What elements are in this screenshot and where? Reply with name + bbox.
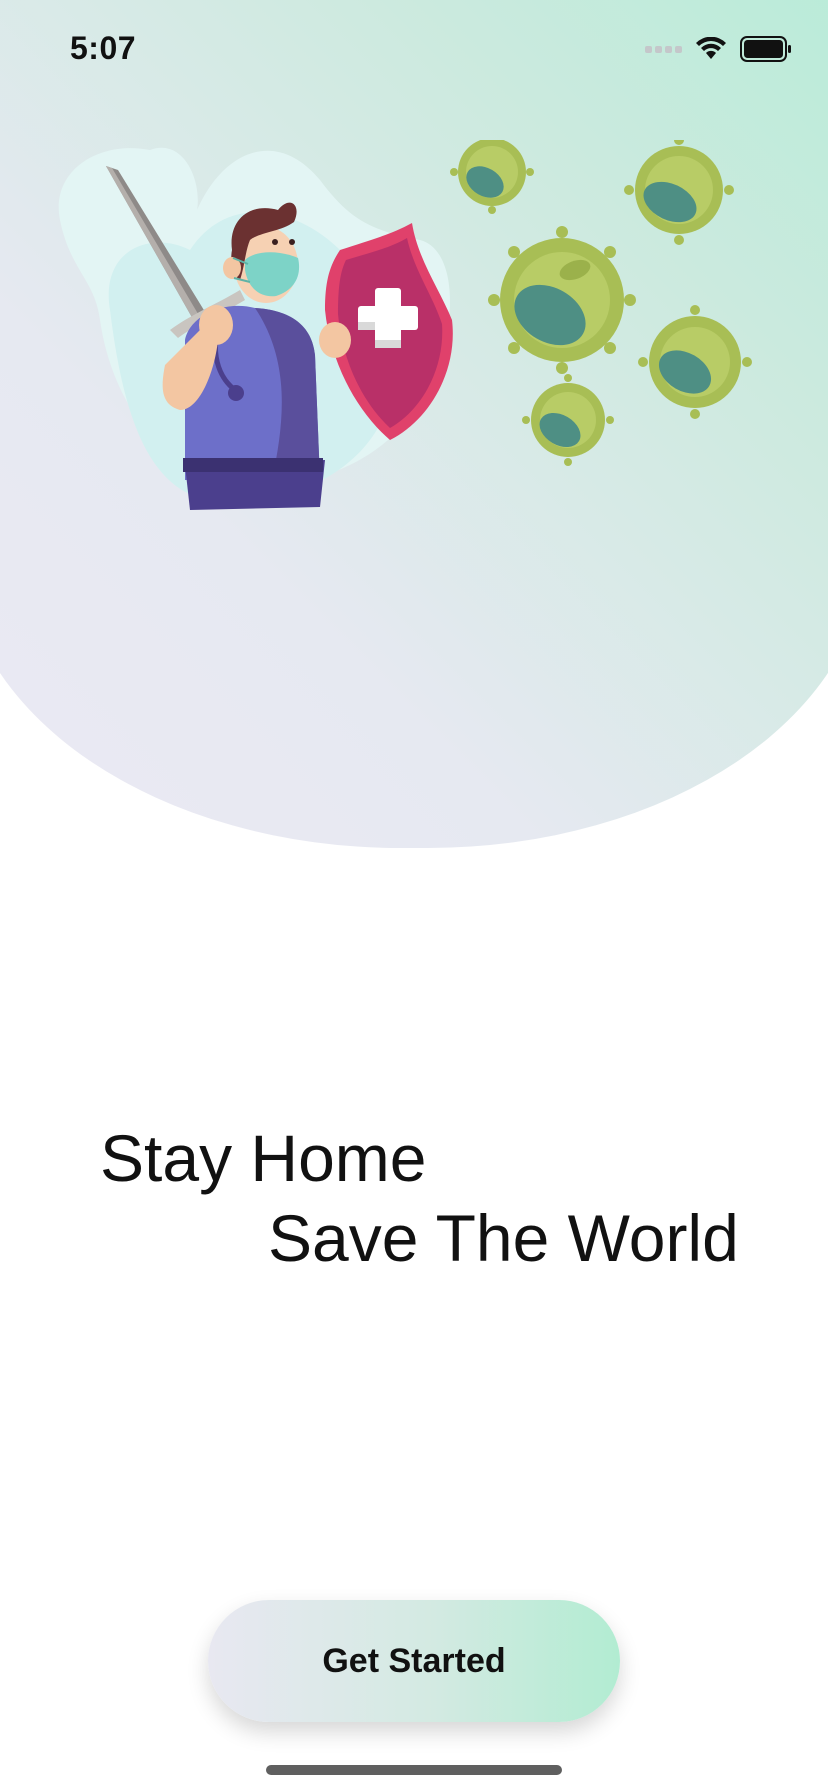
hero-illustration [58,140,752,510]
headline-line-2: Save The World [268,1201,739,1275]
get-started-button[interactable]: Get Started [208,1600,620,1722]
virus-icon [531,383,605,457]
signal-icon [645,45,682,53]
status-time: 5:07 [70,30,137,66]
virus-icon [649,316,741,408]
home-indicator [266,1765,562,1775]
battery-icon [740,36,791,62]
virus-icon [458,140,526,206]
headline-line-1: Stay Home [100,1121,427,1195]
status-icons [645,34,792,64]
virus-icon [500,238,624,362]
virus-icon [635,146,723,234]
status-bar: 5:07 [0,0,828,100]
wifi-icon [696,37,726,59]
